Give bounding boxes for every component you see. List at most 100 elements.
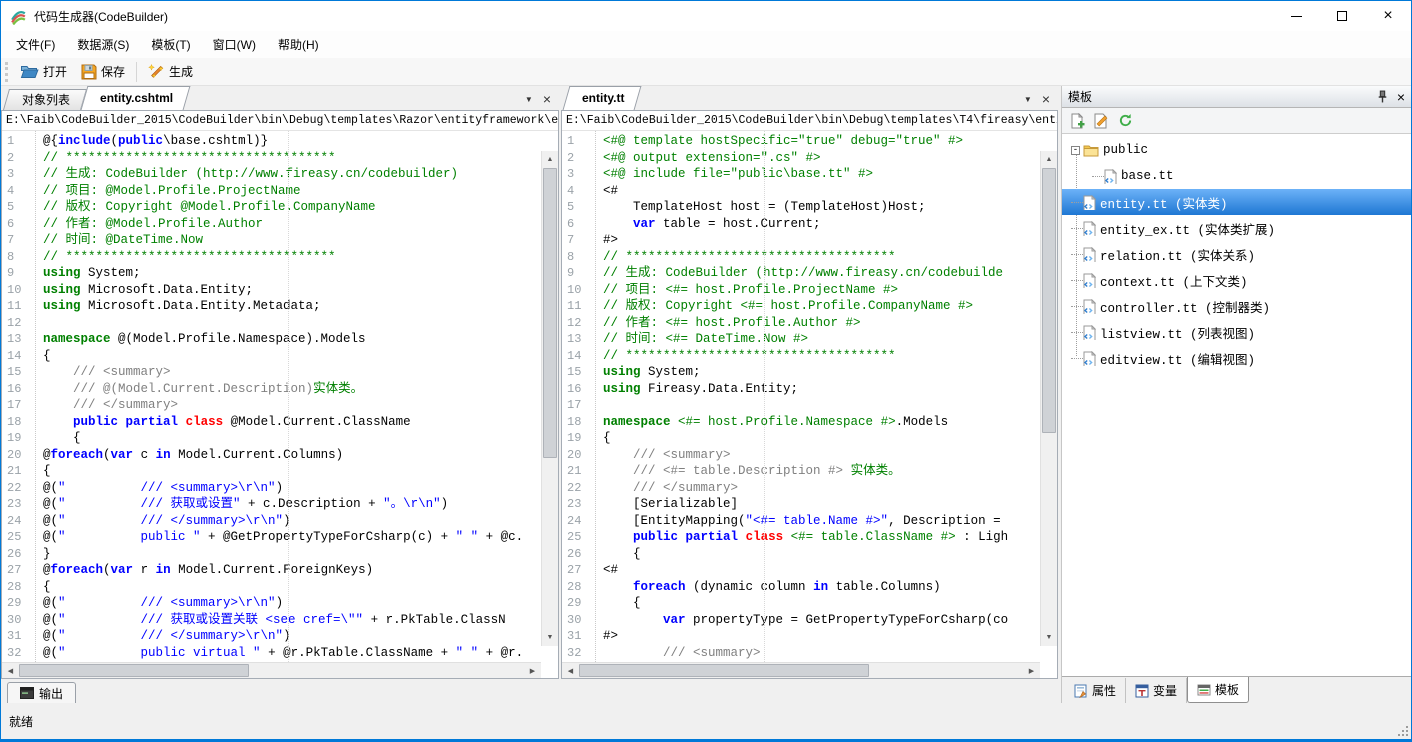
tree-item-label: context.tt (上下文类) [1100,271,1248,290]
tree-item-entity.tt[interactable]: entity.tt (实体类) [1062,189,1411,215]
status-bar: 就绪 [1,703,1411,739]
tab-close-icon[interactable]: × [1042,92,1050,106]
template-tree: - public base.ttentity.tt (实体类) entity_ex.t… [1062,134,1411,676]
scroll-left-icon[interactable]: ◀ [562,663,579,678]
panel-header: 模板 × [1062,86,1411,108]
file-path: E:\Faib\CodeBuilder_2015\CodeBuilder\bin… [2,111,558,131]
maximize-button[interactable] [1319,1,1365,31]
tree-stub [1071,358,1083,359]
scrollbar-thumb[interactable] [543,168,557,458]
column-guide [764,131,765,662]
tree-item-base.tt[interactable]: base.tt [1062,163,1411,189]
editor-pane-right: entity.tt ▼ × E:\Faib\CodeBuilder_2015\C… [561,86,1058,679]
vertical-scrollbar[interactable]: ▲ ▼ [1040,151,1057,646]
edit-pencil-icon [1093,113,1109,129]
scroll-right-icon[interactable]: ▶ [524,663,541,678]
pin-icon[interactable] [1377,90,1388,103]
tt-file-icon [1083,247,1096,262]
scroll-down-icon[interactable]: ▼ [542,629,558,646]
scroll-left-icon[interactable]: ◀ [2,663,19,678]
scrollbar-thumb[interactable] [19,664,249,677]
scroll-right-icon[interactable]: ▶ [1023,663,1040,678]
document-tabstrip: 对象列表entity.cshtml ▼ × [1,86,559,111]
line-numbers: 1234567891011121314151617181920212223242… [2,131,36,662]
generate-button[interactable]: 生成 [141,61,200,82]
menu-item-4[interactable]: 帮助(H) [267,32,330,57]
output-tab[interactable]: 输出 [7,682,76,703]
doc-tab[interactable]: entity.tt [566,86,638,110]
open-button[interactable]: 打开 [13,61,74,82]
save-label: 保存 [101,63,125,80]
new-template-button[interactable] [1068,112,1086,130]
scroll-down-icon[interactable]: ▼ [1041,629,1057,646]
folder-icon [1083,144,1099,157]
application-window: 代码生成器(CodeBuilder) × 文件(F)数据源(S)模板(T)窗口(… [0,0,1412,742]
tree-item-listview.tt[interactable]: listview.tt (列表视图) [1062,319,1411,345]
tree-item-label: relation.tt (实体关系) [1100,245,1255,264]
tree-item-entity_ex.tt[interactable]: entity_ex.tt (实体类扩展) [1062,215,1411,241]
panel-tab-模板[interactable]: 模板 [1187,677,1249,703]
doc-tabs: entity.tt [566,86,638,110]
doc-tab[interactable]: 对象列表 [6,89,84,110]
tt-file-icon [1083,351,1096,366]
toolbar-separator [136,62,137,82]
status-text: 就绪 [9,713,33,730]
collapse-icon[interactable]: - [1071,146,1080,155]
menu-item-2[interactable]: 模板(T) [140,32,201,57]
horizontal-scrollbar[interactable]: ◀ ▶ [562,662,1040,678]
doc-tabs: 对象列表entity.cshtml [6,86,187,110]
menu-item-0[interactable]: 文件(F) [5,32,66,57]
tree-item-label: entity_ex.tt (实体类扩展) [1100,219,1275,238]
scroll-up-icon[interactable]: ▲ [1041,151,1057,168]
panel-title: 模板 [1068,88,1092,105]
tree-item-editview.tt[interactable]: editview.tt (编辑视图) [1062,345,1411,371]
tt-file-icon [1083,221,1096,236]
doc-tab[interactable]: entity.cshtml [84,86,187,110]
tree-item-context.tt[interactable]: context.tt (上下文类) [1062,267,1411,293]
menu-item-3[interactable]: 窗口(W) [202,32,267,57]
vertical-scrollbar[interactable]: ▲ ▼ [541,151,558,646]
tree-stub [1071,202,1083,203]
panel-tab-属性[interactable]: 属性 [1065,678,1126,703]
tree-item-controller.tt[interactable]: controller.tt (控制器类) [1062,293,1411,319]
panel-toolbar [1062,108,1411,134]
panel-close-icon[interactable]: × [1397,90,1405,104]
close-button[interactable]: × [1365,1,1411,31]
save-button[interactable]: 保存 [74,61,132,82]
scrollbar-thumb[interactable] [1042,168,1056,433]
tab-dropdown-icon[interactable]: ▼ [1024,95,1032,104]
code-lines[interactable]: @{include(public\base.cshtml)}// *******… [36,131,558,662]
panel-tab-label: 模板 [1215,681,1239,698]
refresh-button[interactable] [1116,112,1134,130]
console-icon [20,687,34,699]
scroll-up-icon[interactable]: ▲ [542,151,558,168]
output-tab-row: 输出 [1,679,1059,703]
tab-close-icon[interactable]: × [543,92,551,106]
tree-item-label: public [1103,143,1148,157]
tt-file-icon [1083,299,1096,314]
menu-item-1[interactable]: 数据源(S) [66,32,140,57]
template-panel: 模板 × [1059,86,1411,703]
minimize-button[interactable] [1273,1,1319,31]
scrollbar-thumb[interactable] [579,664,869,677]
tree-item-public[interactable]: - public [1062,137,1411,163]
edit-template-button[interactable] [1092,112,1110,130]
toolbar-grip[interactable] [5,62,8,82]
magic-wand-icon [148,64,165,80]
resize-grip[interactable] [1396,724,1408,736]
tt-file-icon [1083,195,1096,210]
open-folder-icon [20,64,39,79]
tree-stub [1071,254,1083,255]
panel-tab-变量[interactable]: 变量 [1126,678,1187,703]
tt-file-icon [1083,325,1096,340]
title-bar: 代码生成器(CodeBuilder) × [1,1,1411,31]
tab-dropdown-icon[interactable]: ▼ [525,95,533,104]
code-lines[interactable]: <#@ template hostSpecific="true" debug="… [596,131,1057,662]
horizontal-scrollbar[interactable]: ◀ ▶ [2,662,541,678]
toolbar: 打开 保存 生成 [1,58,1411,86]
panel-tabs: 属性变量 模板 [1062,676,1411,703]
tree-stub [1092,176,1104,177]
window-title: 代码生成器(CodeBuilder) [34,8,168,25]
tree-stub [1071,280,1083,281]
tree-item-relation.tt[interactable]: relation.tt (实体关系) [1062,241,1411,267]
